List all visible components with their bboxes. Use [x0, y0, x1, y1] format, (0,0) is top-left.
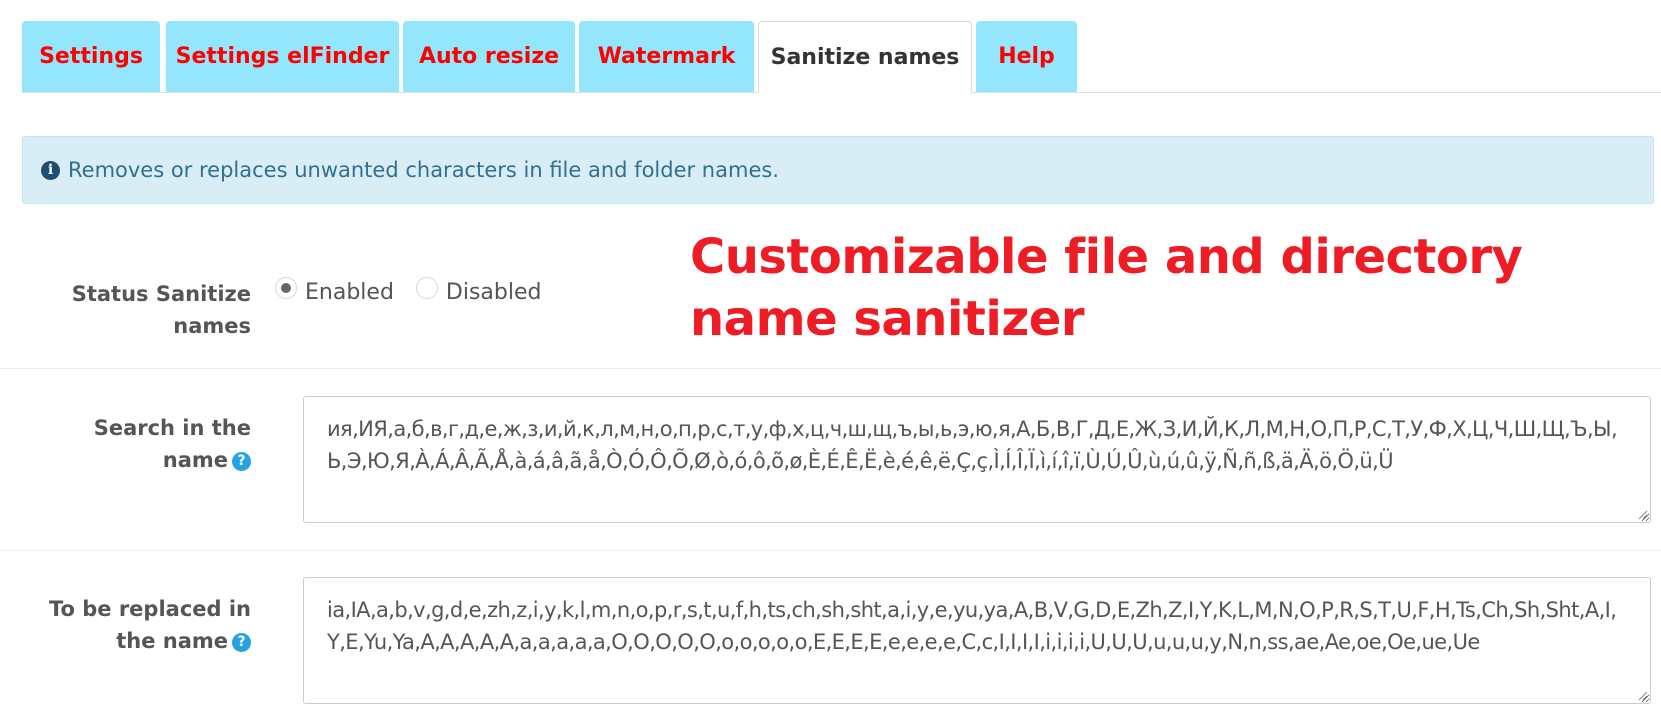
replace-textarea[interactable]: ia,IA,a,b,v,g,d,e,zh,z,i,y,k,l,m,n,o,p,r… [303, 577, 1651, 704]
tab-watermark[interactable]: Watermark [579, 21, 754, 92]
tab-auto-resize[interactable]: Auto resize [403, 21, 575, 92]
resize-grip-icon[interactable] [1636, 689, 1648, 701]
radio-disabled[interactable]: Disabled [415, 276, 542, 305]
alert-text: Removes or replaces unwanted characters … [68, 158, 779, 182]
question-circle-icon[interactable]: ? [232, 632, 251, 652]
divider [0, 550, 1661, 551]
question-circle-icon[interactable]: ? [232, 451, 251, 471]
promo-headline: Customizable file and directory name san… [690, 229, 1523, 347]
tab-settings-elfinder[interactable]: Settings elFinder [166, 21, 399, 92]
tab-sanitize-names[interactable]: Sanitize names [758, 21, 972, 93]
radio-enabled-input[interactable] [275, 276, 297, 299]
search-label-text: Search in the name [93, 416, 251, 472]
replace-label: To be replaced in the name? [31, 593, 251, 657]
divider [0, 368, 1661, 369]
tab-help[interactable]: Help [976, 21, 1077, 92]
tab-bar: Settings Settings elFinder Auto resize W… [22, 21, 1661, 93]
radio-enabled[interactable]: Enabled [275, 276, 394, 305]
search-value: ия,ИЯ,а,б,в,г,д,е,ж,з,и,й,к,л,м,н,о,п,р,… [327, 417, 1618, 473]
tab-settings[interactable]: Settings [22, 21, 160, 92]
resize-grip-icon[interactable] [1636, 508, 1648, 520]
replace-label-text: To be replaced in the name [48, 597, 251, 653]
status-radio-group: Enabled Disabled [275, 276, 563, 305]
search-label: Search in the name? [51, 412, 251, 476]
radio-disabled-input[interactable] [415, 276, 438, 299]
radio-enabled-label: Enabled [305, 280, 394, 305]
status-label-text: Status Sanitize names [71, 282, 251, 338]
info-circle-icon: i [41, 160, 60, 180]
status-label: Status Sanitize names [31, 278, 251, 342]
radio-disabled-label: Disabled [445, 280, 542, 305]
replace-value: ia,IA,a,b,v,g,d,e,zh,z,i,y,k,l,m,n,o,p,r… [327, 598, 1617, 654]
info-alert: i Removes or replaces unwanted character… [22, 136, 1654, 204]
search-textarea[interactable]: ия,ИЯ,а,б,в,г,д,е,ж,з,и,й,к,л,м,н,о,п,р,… [303, 396, 1651, 523]
